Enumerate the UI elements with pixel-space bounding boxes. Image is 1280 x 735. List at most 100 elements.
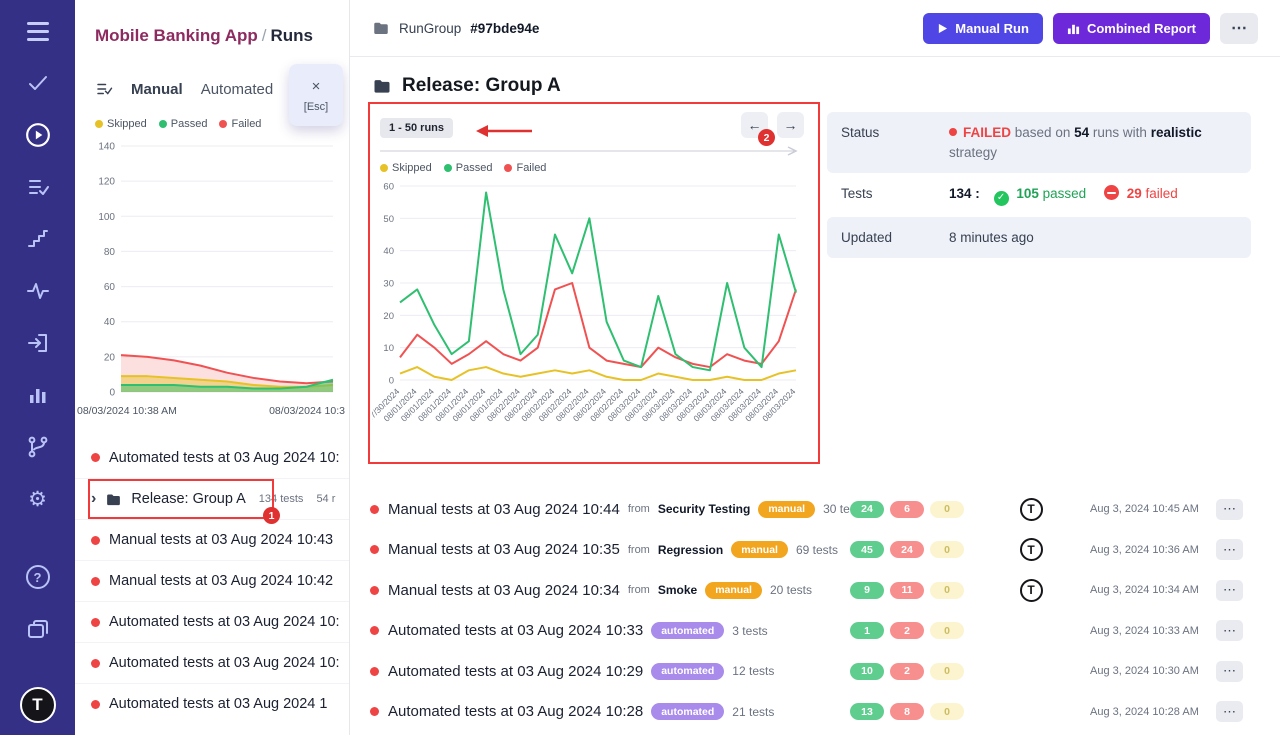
updated-row: Updated 8 minutes ago bbox=[827, 217, 1251, 259]
skipped-chip: 0 bbox=[930, 541, 964, 558]
run-title[interactable]: Automated tests at 03 Aug 2024 10:28 bbox=[388, 703, 643, 720]
passed-check-icon: ✓ bbox=[994, 191, 1009, 206]
projects-icon[interactable] bbox=[23, 614, 53, 644]
legend-failed: Failed bbox=[219, 118, 261, 130]
test-list-icon[interactable] bbox=[23, 172, 53, 202]
skipped-chip: 0 bbox=[930, 501, 964, 518]
run-row[interactable]: Automated tests at 03 Aug 2024 10:29 aut… bbox=[370, 651, 1250, 692]
run-title[interactable]: Manual tests at 03 Aug 2024 10:42 bbox=[109, 573, 333, 589]
run-row[interactable]: Automated tests at 03 Aug 2024 10:33 aut… bbox=[370, 611, 1250, 652]
run-row[interactable]: Automated tests at 03 Aug 2024 10:28 aut… bbox=[370, 692, 1250, 733]
row-more-button[interactable]: ⋯ bbox=[1216, 661, 1243, 682]
run-timestamp: Aug 3, 2024 10:28 AM bbox=[1090, 706, 1216, 718]
failed-dot bbox=[370, 707, 379, 716]
mini-chart-x-axis: 08/03/2024 10:38 AM 08/03/2024 10:3 bbox=[75, 403, 349, 417]
list-item[interactable]: Automated tests at 03 Aug 2024 10: bbox=[75, 437, 349, 478]
folder-icon bbox=[105, 491, 122, 508]
list-item[interactable]: Manual tests at 03 Aug 2024 10:43 bbox=[75, 519, 349, 560]
run-row[interactable]: Manual tests at 03 Aug 2024 10:44 from S… bbox=[370, 489, 1250, 530]
svg-text:20: 20 bbox=[383, 311, 394, 322]
tab-manual[interactable]: Manual bbox=[131, 81, 183, 98]
row-more-button[interactable]: ⋯ bbox=[1216, 701, 1243, 722]
manual-run-label: Manual Run bbox=[955, 21, 1029, 36]
run-row[interactable]: Manual tests at 03 Aug 2024 10:35 from R… bbox=[370, 530, 1250, 571]
status-value: FAILED based on 54 runs with realistic s… bbox=[949, 123, 1237, 162]
tab-automated[interactable]: Automated bbox=[201, 81, 274, 98]
import-icon[interactable] bbox=[23, 328, 53, 358]
list-item[interactable]: Automated tests at 03 Aug 2024 1 bbox=[75, 683, 349, 724]
failed-chip: 8 bbox=[890, 703, 924, 720]
manual-run-button[interactable]: Manual Run bbox=[923, 13, 1043, 44]
next-page-button[interactable]: → bbox=[777, 112, 804, 138]
run-title[interactable]: Automated tests at 03 Aug 2024 1 bbox=[109, 696, 327, 712]
row-more-button[interactable]: ⋯ bbox=[1216, 620, 1243, 641]
page-title-row: Release: Group A bbox=[350, 57, 1280, 97]
breadcrumb: Mobile Banking App/Runs bbox=[75, 0, 349, 46]
result-chips: 1 2 0 bbox=[850, 622, 972, 639]
run-row[interactable]: Manual tests at 03 Aug 2024 10:34 from S… bbox=[370, 570, 1250, 611]
group-title[interactable]: Release: Group A bbox=[131, 491, 245, 507]
steps-icon[interactable] bbox=[23, 224, 53, 254]
run-title[interactable]: Manual tests at 03 Aug 2024 10:44 bbox=[388, 501, 620, 518]
user-avatar: T bbox=[1020, 579, 1043, 602]
run-title[interactable]: Automated tests at 03 Aug 2024 10:29 bbox=[388, 663, 643, 680]
legend-skipped: Skipped bbox=[95, 118, 147, 130]
prev-page-button[interactable]: ← 2 bbox=[741, 112, 768, 138]
rungroup-id: #97bde94e bbox=[470, 21, 539, 36]
legend-failed-label: Failed bbox=[231, 118, 261, 130]
svg-text:0: 0 bbox=[109, 388, 115, 399]
run-from-label: from bbox=[628, 584, 650, 596]
runs-icon[interactable] bbox=[23, 120, 53, 150]
branch-icon[interactable] bbox=[23, 432, 53, 462]
row-more-button[interactable]: ⋯ bbox=[1216, 499, 1243, 520]
run-title[interactable]: Automated tests at 03 Aug 2024 10: bbox=[109, 450, 340, 466]
app-logo[interactable]: T bbox=[20, 687, 56, 723]
pulse-icon[interactable] bbox=[23, 276, 53, 306]
passed-chip: 1 bbox=[850, 622, 884, 639]
folder-icon bbox=[372, 76, 392, 96]
legend-skipped-label: Skipped bbox=[392, 162, 432, 174]
legend-skipped-label: Skipped bbox=[107, 118, 147, 130]
svg-text:60: 60 bbox=[104, 282, 116, 293]
run-title[interactable]: Manual tests at 03 Aug 2024 10:34 bbox=[388, 582, 620, 599]
run-title[interactable]: Manual tests at 03 Aug 2024 10:43 bbox=[109, 532, 333, 548]
svg-text:40: 40 bbox=[104, 317, 116, 328]
passed-dot-icon bbox=[159, 120, 167, 128]
run-suite: Security Testing bbox=[658, 502, 750, 516]
check-icon[interactable] bbox=[23, 68, 53, 98]
run-title[interactable]: Manual tests at 03 Aug 2024 10:35 bbox=[388, 541, 620, 558]
manual-badge: manual bbox=[705, 582, 762, 599]
tests-label: Tests bbox=[841, 184, 949, 206]
list-item[interactable]: Automated tests at 03 Aug 2024 10: bbox=[75, 642, 349, 683]
skipped-chip: 0 bbox=[930, 622, 964, 639]
chevron-right-icon[interactable]: › bbox=[91, 490, 96, 508]
main-chart-legend: Skipped Passed Failed bbox=[380, 162, 546, 174]
help-icon[interactable]: ? bbox=[23, 562, 53, 592]
list-item-group[interactable]: › Release: Group A 134 tests 54 r bbox=[75, 478, 349, 519]
group-runs-meta: 54 r bbox=[316, 493, 335, 505]
combined-report-button[interactable]: Combined Report bbox=[1053, 13, 1210, 44]
list-item[interactable]: Automated tests at 03 Aug 2024 10: bbox=[75, 601, 349, 642]
range-label: 1 - 50 runs bbox=[380, 118, 453, 138]
close-icon[interactable]: × bbox=[312, 78, 321, 95]
legend-passed: Passed bbox=[444, 162, 493, 174]
legend-passed-label: Passed bbox=[171, 118, 208, 130]
analytics-icon[interactable] bbox=[23, 380, 53, 410]
run-title[interactable]: Automated tests at 03 Aug 2024 10:33 bbox=[388, 622, 643, 639]
row-more-button[interactable]: ⋯ bbox=[1216, 580, 1243, 601]
run-title[interactable]: Automated tests at 03 Aug 2024 10: bbox=[109, 655, 340, 671]
tests-failed-count: 29 bbox=[1127, 186, 1142, 201]
settings-icon[interactable]: ⚙ bbox=[23, 484, 53, 514]
status-label: Status bbox=[841, 123, 949, 162]
header-more-button[interactable]: ⋯ bbox=[1220, 13, 1258, 44]
rungroup-label: RunGroup bbox=[399, 21, 461, 36]
status-strategy: realistic bbox=[1151, 125, 1202, 140]
breadcrumb-project[interactable]: Mobile Banking App bbox=[95, 26, 258, 45]
failed-dot bbox=[91, 700, 100, 709]
tests-value: 134 : ✓ 105 passed 29 failed bbox=[949, 184, 1237, 206]
run-title[interactable]: Automated tests at 03 Aug 2024 10: bbox=[109, 614, 340, 630]
menu-icon[interactable] bbox=[23, 16, 53, 46]
list-item[interactable]: Manual tests at 03 Aug 2024 10:42 bbox=[75, 560, 349, 601]
row-more-button[interactable]: ⋯ bbox=[1216, 539, 1243, 560]
tests-colon: : bbox=[975, 186, 980, 201]
